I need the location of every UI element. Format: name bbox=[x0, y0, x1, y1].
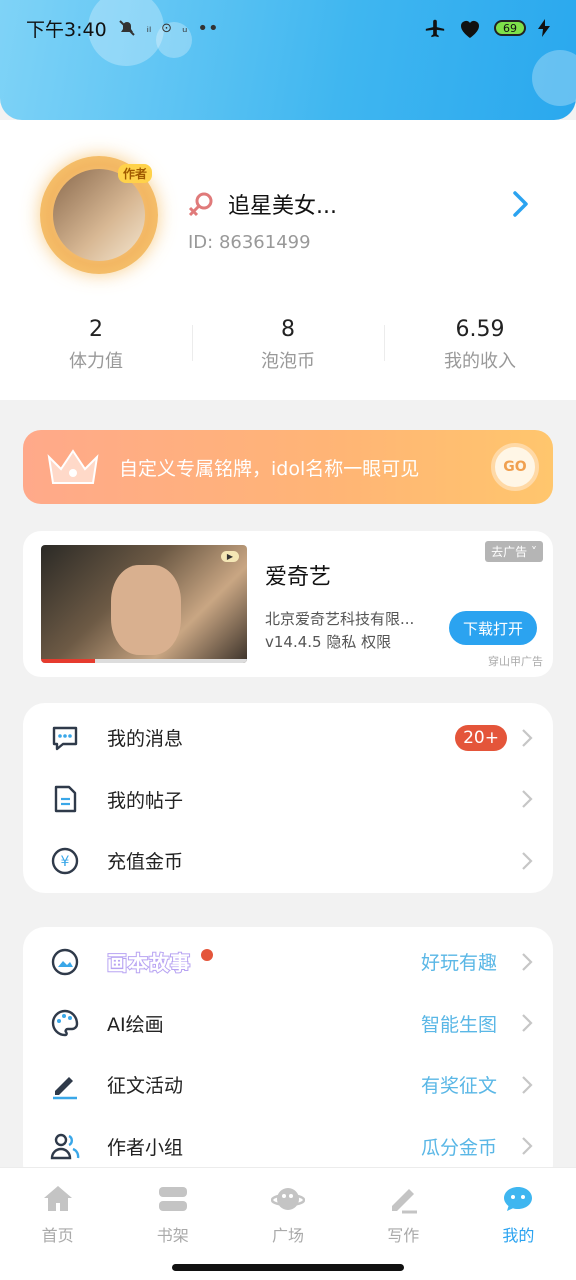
ad-meta[interactable]: v14.4.5 隐私 权限 bbox=[265, 631, 391, 652]
menu-item-ai-painting[interactable]: AI绘画 智能生图 bbox=[23, 993, 553, 1055]
stat-label: 泡泡币 bbox=[261, 351, 315, 372]
menu-label: 充值金币 bbox=[107, 851, 184, 874]
menu-sublabel: 智能生图 bbox=[420, 1013, 497, 1036]
stat-value: 2 bbox=[89, 317, 103, 342]
menu-item-posts[interactable]: 我的帖子 bbox=[23, 769, 553, 831]
chevron-right-icon[interactable] bbox=[506, 188, 534, 220]
chevron-right-icon bbox=[522, 952, 533, 971]
menu-sublabel: 瓜分金币 bbox=[420, 1136, 497, 1159]
remove-ad-button[interactable]: 去广告 ˅ bbox=[485, 541, 543, 562]
menu-label: 征文活动 bbox=[107, 1075, 184, 1098]
tab-label: 书架 bbox=[156, 1226, 189, 1245]
ad-source: 穿山甲广告 bbox=[488, 655, 543, 668]
tab-write[interactable]: 写作 bbox=[346, 1168, 461, 1255]
menu-label: 作者小组 bbox=[107, 1136, 184, 1159]
message-icon bbox=[52, 726, 78, 750]
app-notification-icon: ᵤ bbox=[182, 20, 188, 36]
stat-label: 我的收入 bbox=[444, 351, 516, 372]
stat-label: 体力值 bbox=[69, 351, 123, 372]
stat-bubble-coins[interactable]: 8 泡泡币 bbox=[192, 315, 384, 385]
profile-card: 作者 追星美女... ID: 86361499 2 体力值 8 泡泡币 6.59… bbox=[0, 120, 576, 400]
menu-label: 我的消息 bbox=[107, 728, 184, 751]
more-notifications-icon: •• bbox=[197, 17, 219, 39]
go-button[interactable]: GO bbox=[491, 443, 539, 491]
stat-value: 6.59 bbox=[455, 317, 505, 342]
tab-label: 广场 bbox=[272, 1226, 305, 1245]
new-dot-badge bbox=[201, 949, 213, 961]
menu-item-recharge[interactable]: ¥ 充值金币 bbox=[23, 830, 553, 892]
airplane-icon bbox=[425, 19, 445, 38]
heart-shield-icon bbox=[461, 20, 479, 38]
female-icon bbox=[188, 192, 213, 217]
menu-sublabel: 好玩有趣 bbox=[420, 952, 497, 975]
tab-bookshelf[interactable]: 书架 bbox=[115, 1168, 230, 1255]
menu-item-picture-story[interactable]: 画本故事 好玩有趣 bbox=[23, 931, 553, 993]
download-open-button[interactable]: 下载打开 bbox=[449, 611, 537, 645]
chevron-right-icon bbox=[522, 790, 533, 809]
stat-income[interactable]: 6.59 我的收入 bbox=[384, 315, 576, 385]
user-id: ID: 86361499 bbox=[188, 232, 311, 253]
group-icon bbox=[50, 1134, 80, 1160]
mute-icon bbox=[118, 20, 135, 36]
stat-stamina[interactable]: 2 体力值 bbox=[0, 315, 192, 385]
menu-label: 我的帖子 bbox=[107, 789, 184, 812]
pen-icon bbox=[53, 1076, 77, 1100]
ad-title: 爱奇艺 bbox=[265, 565, 332, 590]
menu-item-messages[interactable]: 我的消息 20+ bbox=[23, 707, 553, 769]
home-indicator[interactable] bbox=[172, 1264, 404, 1271]
stats-row: 2 体力值 8 泡泡币 6.59 我的收入 bbox=[0, 315, 576, 385]
unread-badge: 20+ bbox=[455, 724, 507, 751]
notification-icon: ⊙ bbox=[161, 20, 173, 36]
menu-card-account: 我的消息 20+ 我的帖子 ¥ 充值金币 bbox=[23, 703, 553, 893]
ad-thumbnail-tag-icon: ▶ bbox=[220, 551, 239, 562]
chat-bubble-icon bbox=[504, 1187, 533, 1211]
username[interactable]: 追星美女... bbox=[228, 188, 337, 220]
menu-label: 画本故事 bbox=[106, 950, 191, 976]
menu-card-creation: 画本故事 好玩有趣 AI绘画 智能生图 征文活动 有奖征文 作者小组 瓜分金币 bbox=[23, 927, 553, 1187]
palette-icon bbox=[51, 1010, 79, 1037]
tab-label: 首页 bbox=[41, 1226, 74, 1245]
menu-label: AI绘画 bbox=[107, 1013, 164, 1036]
document-icon bbox=[54, 786, 77, 813]
ad-thumbnail[interactable]: ▶ bbox=[41, 545, 247, 663]
tab-label: 我的 bbox=[502, 1226, 535, 1245]
picture-book-icon bbox=[51, 948, 79, 975]
promo-banner[interactable]: 自定义专属铭牌，idol名称一眼可见 GO bbox=[23, 430, 553, 504]
menu-sublabel: 有奖征文 bbox=[420, 1075, 497, 1098]
chevron-right-icon bbox=[522, 1014, 533, 1033]
tab-home[interactable]: 首页 bbox=[0, 1168, 115, 1255]
signal-text-icon: ᵢₗ bbox=[146, 20, 152, 36]
avatar[interactable]: 作者 bbox=[40, 156, 158, 274]
crown-icon bbox=[47, 449, 99, 484]
charging-icon bbox=[538, 19, 550, 37]
author-badge: 作者 bbox=[117, 164, 152, 183]
status-bar: 下午3:40 ᵢₗ ⊙ ᵤ •• 69 bbox=[0, 0, 576, 56]
planet-icon bbox=[271, 1188, 305, 1210]
home-icon bbox=[43, 1186, 72, 1211]
chevron-right-icon bbox=[522, 1075, 533, 1094]
chevron-right-icon bbox=[522, 728, 533, 747]
svg-text:¥: ¥ bbox=[61, 854, 70, 870]
tab-mine[interactable]: 我的 bbox=[461, 1168, 576, 1255]
bottom-tab-bar: 首页 书架 广场 写作 我的 bbox=[0, 1167, 576, 1255]
ad-company: 北京爱奇艺科技有限... bbox=[265, 610, 415, 628]
tab-label: 写作 bbox=[387, 1226, 420, 1245]
pen-icon bbox=[392, 1189, 418, 1214]
stat-value: 8 bbox=[281, 317, 295, 342]
chevron-right-icon bbox=[522, 851, 533, 870]
menu-item-essay-contest[interactable]: 征文活动 有奖征文 bbox=[23, 1054, 553, 1116]
status-time: 下午3:40 bbox=[26, 18, 107, 41]
promo-text: 自定义专属铭牌，idol名称一眼可见 bbox=[119, 457, 420, 480]
tab-plaza[interactable]: 广场 bbox=[230, 1168, 345, 1255]
coin-icon: ¥ bbox=[51, 847, 79, 874]
ad-card[interactable]: ▶ 爱奇艺 北京爱奇艺科技有限... v14.4.5 隐私 权限 去广告 ˅ 下… bbox=[23, 531, 553, 677]
battery-icon: 69 bbox=[494, 20, 526, 36]
chevron-right-icon bbox=[522, 1137, 533, 1156]
bookshelf-icon bbox=[158, 1187, 187, 1211]
